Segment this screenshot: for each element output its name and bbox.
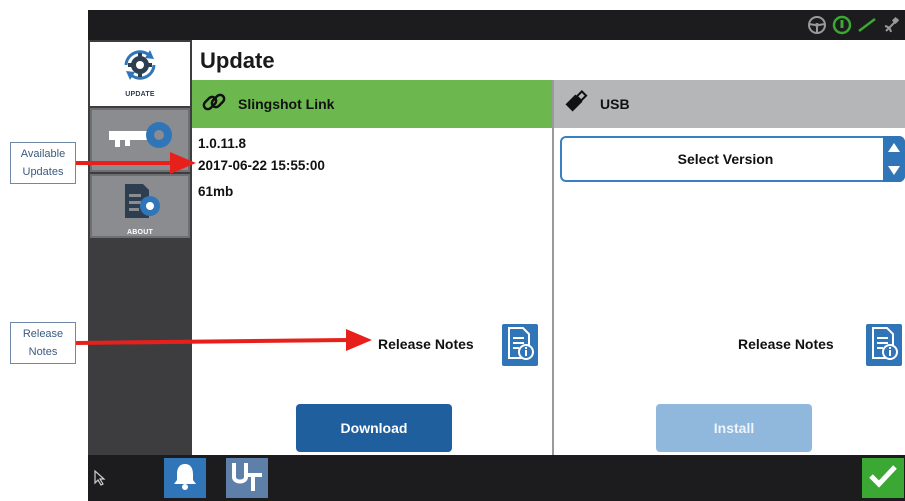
update-version: 1.0.11.8 [198, 136, 247, 151]
download-button[interactable]: Download [296, 404, 452, 452]
panel-title: Slingshot Link [238, 96, 335, 112]
usb-drive-icon [562, 88, 590, 121]
select-version-dropdown[interactable]: Select Version [560, 136, 905, 182]
chevron-down-icon[interactable] [888, 162, 900, 180]
version-spinner[interactable] [883, 136, 905, 182]
page-title: Update [200, 48, 275, 73]
update-date: 2017-06-22 15:55:00 [198, 158, 325, 173]
panel-title: USB [600, 96, 630, 112]
link-icon [200, 88, 228, 121]
slingshot-link-panel: Slingshot Link 1.0.11.8 2017-06-22 15:55… [192, 80, 554, 455]
release-notes-button[interactable] [502, 324, 538, 366]
sidebar-item-label: UPDATE [125, 91, 155, 98]
gps-status-icon [831, 14, 853, 36]
universal-terminal-button[interactable] [226, 458, 268, 498]
install-button[interactable]: Install [656, 404, 812, 452]
satellite-icon [881, 14, 903, 36]
document-info-icon [506, 326, 534, 365]
sidebar-item-update[interactable]: UPDATE [90, 42, 190, 106]
release-notes-arrow [76, 329, 372, 351]
sidebar-item-about[interactable]: ABOUT [90, 174, 190, 238]
ut-logo-icon [230, 459, 264, 498]
device-screen: UPDATE ABOUT Update Slingshot Link 1.0.1… [88, 10, 905, 501]
chevron-up-icon[interactable] [888, 139, 900, 157]
bell-icon [172, 462, 198, 495]
available-updates-callout: Available Updates [10, 142, 76, 184]
release-notes-callout: Release Notes [10, 322, 76, 364]
cursor-icon [90, 458, 110, 498]
document-gear-icon [117, 182, 163, 225]
select-version-label: Select Version [677, 151, 774, 167]
signal-icon [856, 14, 878, 36]
update-size: 61mb [198, 184, 234, 199]
available-updates-arrow [76, 152, 196, 174]
sidebar: UPDATE ABOUT [88, 40, 192, 455]
steering-wheel-icon [806, 14, 828, 36]
refresh-gear-icon [120, 48, 160, 87]
status-bar [88, 10, 905, 40]
release-notes-button[interactable] [866, 324, 902, 366]
main-content: Update Slingshot Link 1.0.11.8 2017-06-2… [192, 40, 905, 455]
confirm-button[interactable] [862, 458, 904, 498]
bottom-bar [88, 455, 905, 501]
release-notes-label: Release Notes [378, 336, 474, 352]
document-info-icon [870, 326, 898, 365]
usb-header: USB [554, 80, 905, 128]
slingshot-link-header: Slingshot Link [192, 80, 552, 128]
status-icons [806, 14, 905, 36]
sidebar-item-label: ABOUT [127, 229, 153, 236]
release-notes-label: Release Notes [738, 336, 834, 352]
notifications-button[interactable] [164, 458, 206, 498]
checkmark-icon [868, 463, 898, 494]
usb-panel: USB Select Version Release Notes Install [554, 80, 905, 455]
